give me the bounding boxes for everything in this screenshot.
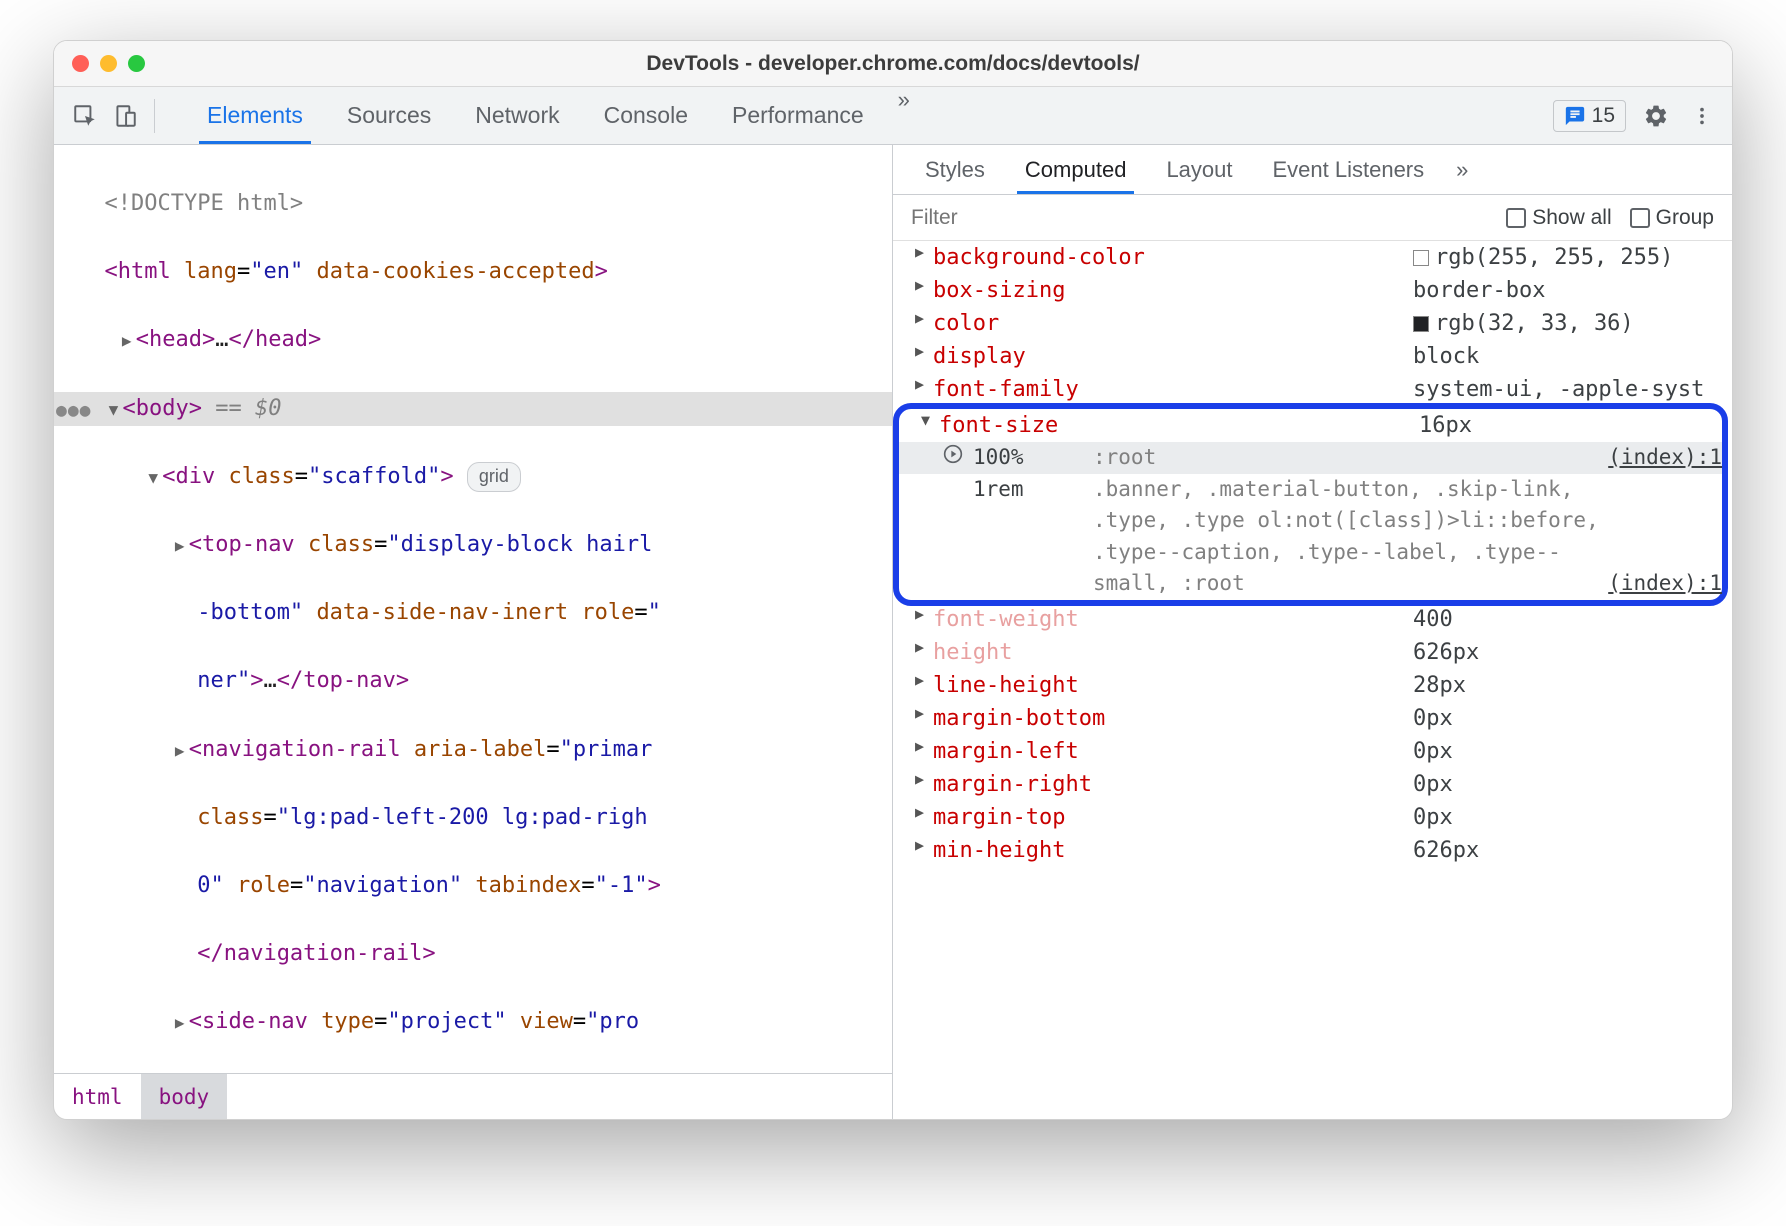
subtab-event-listeners[interactable]: Event Listeners xyxy=(1253,145,1445,194)
prop-display[interactable]: ▶displayblock xyxy=(893,340,1732,373)
group-checkbox[interactable]: Group xyxy=(1630,206,1714,230)
layout-badge-grid[interactable]: grid xyxy=(467,462,521,492)
prop-line-height[interactable]: ▶line-height28px xyxy=(893,669,1732,702)
settings-icon[interactable] xyxy=(1640,100,1672,132)
tab-elements[interactable]: Elements xyxy=(185,87,325,144)
more-tabs-icon[interactable]: » xyxy=(886,87,922,144)
tab-network[interactable]: Network xyxy=(453,87,581,144)
prop-height[interactable]: ▶height626px xyxy=(893,636,1732,669)
filter-bar: Show all Group xyxy=(893,195,1732,241)
tab-performance[interactable]: Performance xyxy=(710,87,886,144)
dom-doctype: <!DOCTYPE html> xyxy=(105,191,304,216)
device-toggle-icon[interactable] xyxy=(108,99,142,133)
prop-margin-bottom[interactable]: ▶margin-bottom0px xyxy=(893,702,1732,735)
tab-sources[interactable]: Sources xyxy=(325,87,453,144)
sub-tabs: Styles Computed Layout Event Listeners » xyxy=(893,145,1732,195)
show-all-checkbox[interactable]: Show all xyxy=(1506,206,1611,230)
source-link[interactable]: (index):1 xyxy=(1608,442,1722,474)
elements-panel: <!DOCTYPE html> <html lang="en" data-coo… xyxy=(54,145,893,1119)
goto-icon[interactable] xyxy=(943,442,963,474)
styles-panel: Styles Computed Layout Event Listeners »… xyxy=(893,145,1732,1119)
issues-button[interactable]: 15 xyxy=(1553,100,1626,132)
prop-font-weight[interactable]: ▶font-weight400 xyxy=(893,603,1732,636)
prop-min-height[interactable]: ▶min-height626px xyxy=(893,834,1732,867)
prop-margin-right[interactable]: ▶margin-right0px xyxy=(893,768,1732,801)
kebab-icon[interactable] xyxy=(1686,100,1718,132)
highlighted-region: ▼font-size16px 100% :root (index):1 1rem… xyxy=(893,403,1728,606)
dom-selected-body[interactable]: ●●● ▼<body> == $0 xyxy=(54,392,892,426)
prop-background-color[interactable]: ▶background-colorrgb(255, 255, 255) xyxy=(893,241,1732,274)
titlebar: DevTools - developer.chrome.com/docs/dev… xyxy=(54,41,1732,87)
source-row-root[interactable]: 100% :root (index):1 xyxy=(899,442,1722,474)
tab-console[interactable]: Console xyxy=(582,87,710,144)
swatch-icon xyxy=(1413,250,1429,266)
prop-font-size[interactable]: ▼font-size16px xyxy=(899,409,1722,442)
issues-count: 15 xyxy=(1592,104,1615,128)
more-subtabs-icon[interactable]: » xyxy=(1444,157,1480,183)
prop-box-sizing[interactable]: ▶box-sizingborder-box xyxy=(893,274,1732,307)
source-row-banner[interactable]: 1rem .banner, .material-button, .skip-li… xyxy=(899,474,1722,600)
inspect-icon[interactable] xyxy=(68,99,102,133)
devtools-window: DevTools - developer.chrome.com/docs/dev… xyxy=(53,40,1733,1120)
breadcrumb: html body xyxy=(54,1073,892,1119)
swatch-icon xyxy=(1413,316,1429,332)
dom-tree[interactable]: <!DOCTYPE html> <html lang="en" data-coo… xyxy=(54,145,892,1073)
prop-color[interactable]: ▶colorrgb(32, 33, 36) xyxy=(893,307,1732,340)
subtab-layout[interactable]: Layout xyxy=(1146,145,1252,194)
crumb-html[interactable]: html xyxy=(54,1074,141,1119)
prop-margin-top[interactable]: ▶margin-top0px xyxy=(893,801,1732,834)
prop-margin-left[interactable]: ▶margin-left0px xyxy=(893,735,1732,768)
subtab-computed[interactable]: Computed xyxy=(1005,145,1147,194)
window-title: DevTools - developer.chrome.com/docs/dev… xyxy=(54,52,1732,76)
divider xyxy=(154,99,155,133)
crumb-body[interactable]: body xyxy=(141,1074,228,1119)
main-tabs: Elements Sources Network Console Perform… xyxy=(185,87,922,144)
source-link[interactable]: (index):1 xyxy=(1608,568,1722,600)
prop-font-family[interactable]: ▶font-familysystem-ui, -apple-syst xyxy=(893,373,1732,406)
main-toolbar: Elements Sources Network Console Perform… xyxy=(54,87,1732,145)
subtab-styles[interactable]: Styles xyxy=(905,145,1005,194)
filter-input[interactable] xyxy=(911,206,1488,230)
computed-list[interactable]: ▶background-colorrgb(255, 255, 255) ▶box… xyxy=(893,241,1732,1119)
